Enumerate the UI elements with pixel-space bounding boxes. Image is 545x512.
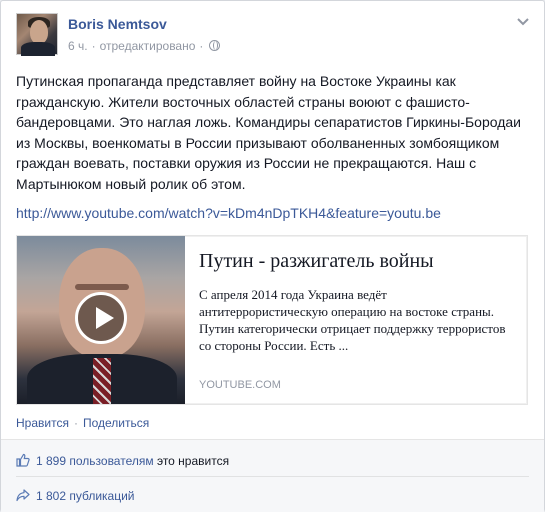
likes-row: 1 899 пользователям это нравится	[16, 453, 229, 468]
like-button[interactable]: Нравится	[16, 416, 69, 430]
preview-body: Путин - разжигатель войны С апреля 2014 …	[199, 246, 519, 396]
thumbnail-tie	[93, 358, 111, 404]
thumbs-up-icon	[16, 453, 30, 467]
likes-count[interactable]: 1 899 пользователям	[36, 454, 154, 468]
avatar[interactable]	[16, 13, 58, 56]
shares-row: 1 802 публикаций	[16, 488, 135, 503]
preview-source: YOUTUBE.COM	[199, 379, 281, 391]
avatar-suit	[21, 42, 55, 56]
author-name[interactable]: Boris Nemtsov	[68, 16, 167, 32]
post-header: Boris Nemtsov 6 ч. · отредактировано ·	[16, 13, 531, 59]
post-meta: 6 ч. · отредактировано ·	[68, 39, 221, 53]
edited-label[interactable]: отредактировано	[100, 39, 196, 53]
post-text: Путинская пропаганда представляет войну …	[16, 73, 521, 192]
stats-divider	[16, 476, 529, 477]
share-arrow-icon	[16, 488, 30, 502]
preview-title[interactable]: Путин - разжигатель войны	[199, 250, 519, 273]
globe-icon[interactable]	[209, 40, 221, 51]
avatar-face	[30, 20, 48, 44]
likes-text: это нравится	[156, 454, 230, 468]
link-preview-card[interactable]: Путин - разжигатель войны С апреля 2014 …	[16, 235, 528, 405]
post-time[interactable]: 6 ч.	[68, 39, 88, 53]
video-thumbnail[interactable]	[17, 236, 185, 404]
post-card: Boris Nemtsov 6 ч. · отредактировано · Пути…	[0, 0, 545, 512]
play-icon[interactable]	[75, 292, 127, 344]
post-actions: Нравится · Поделиться	[16, 416, 149, 430]
shares-count[interactable]: 1 802 публикаций	[36, 489, 135, 503]
chevron-down-icon[interactable]	[517, 17, 529, 27]
thumbnail-brow	[75, 284, 129, 290]
share-button[interactable]: Поделиться	[83, 416, 149, 430]
actions-separator: ·	[73, 416, 78, 430]
meta-separator: ·	[91, 39, 96, 53]
meta-separator-2: ·	[199, 39, 204, 53]
post-link[interactable]: http://www.youtube.com/watch?v=kDm4nDpTK…	[16, 205, 441, 221]
preview-description: С апреля 2014 года Украина ведёт антитер…	[199, 287, 506, 353]
